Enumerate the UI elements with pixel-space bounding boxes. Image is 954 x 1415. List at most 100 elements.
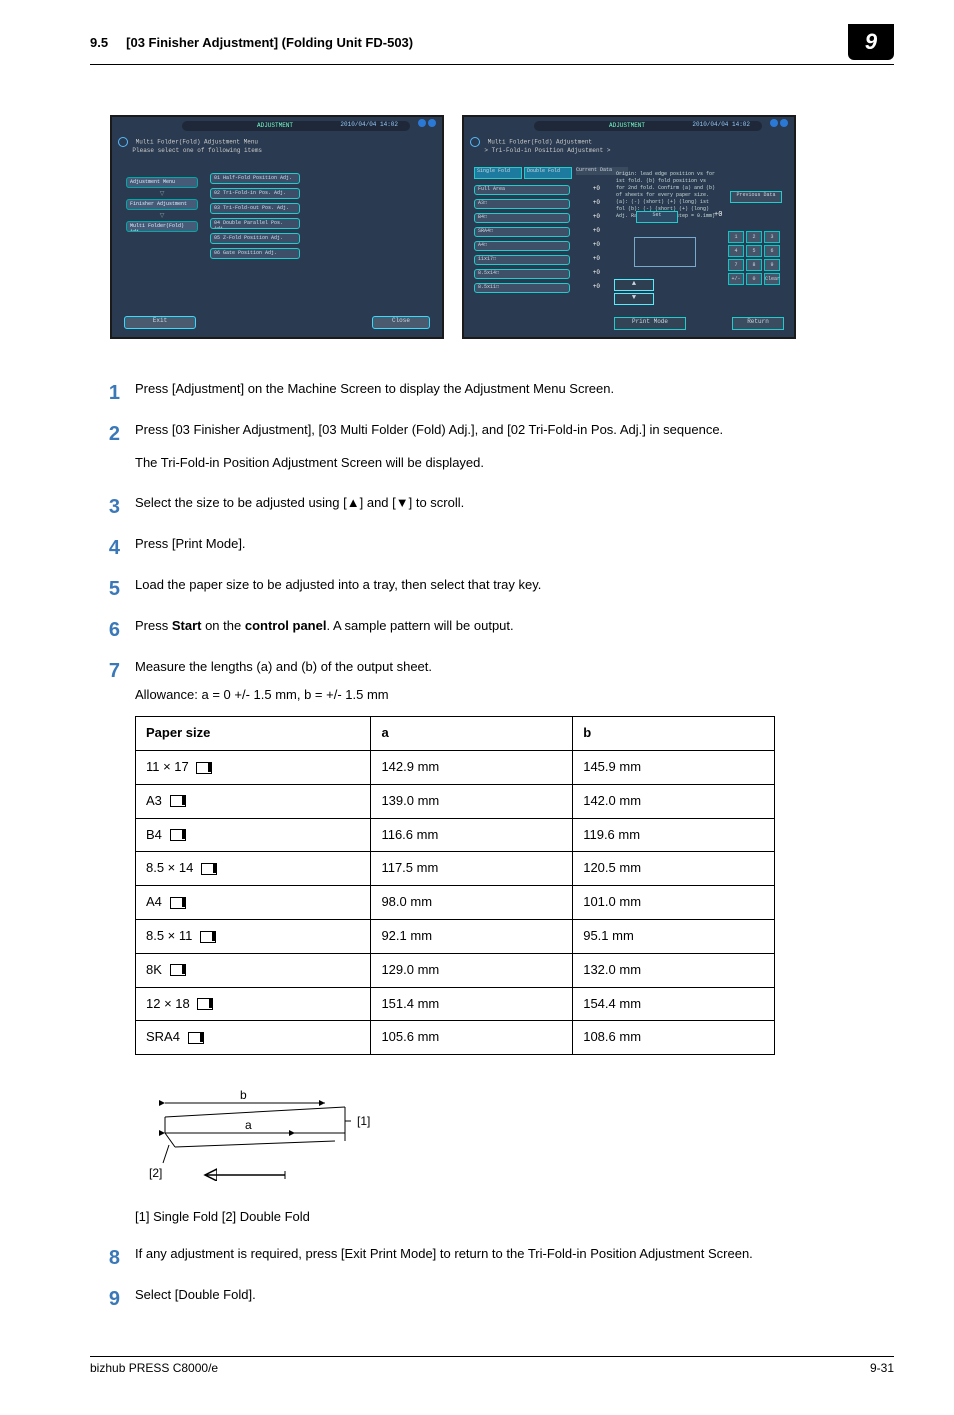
previous-data-button[interactable]: Previous Data [730, 191, 782, 203]
table-row: 11 × 17 142.9 mm145.9 mm [136, 750, 775, 784]
key-2[interactable]: 2 [746, 231, 762, 243]
menu-item[interactable]: 04 Double Parallel Pos. Adj. [210, 218, 300, 229]
size-value: +0 [570, 227, 604, 237]
menu-list: 01 Half-Fold Position Adj. 02 Tri-Fold-i… [210, 173, 300, 263]
size-value: +0 [570, 283, 604, 293]
table-header: b [573, 717, 775, 751]
datetime: 2010/04/04 14:02 [340, 121, 398, 128]
paper-size-cell: 8.5 × 11 [136, 919, 371, 953]
page-footer: bizhub PRESS C8000/e 9-31 [90, 1356, 894, 1375]
section-number: 9.5 [90, 35, 108, 50]
screenshot-adjustment-detail: ADJUSTMENT 2010/04/04 14:02 Multi Folder… [462, 115, 796, 339]
allowance-note: Allowance: a = 0 +/- 1.5 mm, b = +/- 1.5… [135, 685, 894, 706]
landscape-icon [170, 829, 186, 841]
key-8[interactable]: 8 [746, 259, 762, 271]
key-3[interactable]: 3 [764, 231, 780, 243]
step-text: Select [Double Fold]. [135, 1287, 256, 1302]
close-button[interactable]: Close [372, 316, 430, 329]
value-b-cell: 145.9 mm [573, 750, 775, 784]
tab-single-fold[interactable]: Single Fold [474, 167, 522, 179]
value-a-cell: 116.6 mm [371, 818, 573, 852]
table-row: 12 × 18 151.4 mm154.4 mm [136, 987, 775, 1021]
table-header: a [371, 717, 573, 751]
table-row: SRA4 105.6 mm108.6 mm [136, 1021, 775, 1055]
info-icon [118, 137, 128, 147]
emphasis: control panel [245, 618, 327, 633]
step-8: If any adjustment is required, press [Ex… [90, 1244, 894, 1265]
screen-title: Multi Folder(Fold) Adjustment Menu Pleas… [118, 137, 262, 154]
size-item[interactable]: Full Area [474, 185, 570, 195]
step-4: Press [Print Mode]. [90, 534, 894, 555]
paper-size-table: Paper size a b 11 × 17 142.9 mm145.9 mmA… [135, 716, 775, 1055]
print-mode-button[interactable]: Print Mode [614, 317, 686, 330]
menu-item[interactable]: 06 Gate Position Adj. [210, 248, 300, 259]
key-5[interactable]: 5 [746, 245, 762, 257]
key-4[interactable]: 4 [728, 245, 744, 257]
sidebar-item[interactable]: Multi Folder(Fold) Adj. [126, 221, 198, 232]
key-9[interactable]: 9 [764, 259, 780, 271]
key-1[interactable]: 1 [728, 231, 744, 243]
step-text: Load the paper size to be adjusted into … [135, 577, 541, 592]
size-item[interactable]: A3□ [474, 199, 570, 209]
key-plusminus[interactable]: +/- [728, 273, 744, 285]
step-text: Select the size to be adjusted using [▲]… [135, 495, 464, 510]
exit-button[interactable]: Exit [124, 316, 196, 329]
key-clear[interactable]: Clear [764, 273, 780, 285]
menu-item[interactable]: 02 Tri-Fold-in Pos. Adj. [210, 188, 300, 199]
fold-diagram: b a [1] [2] [135, 1085, 395, 1195]
mode-label: ADJUSTMENT [609, 122, 645, 129]
arrow-up-button[interactable]: ▲ [614, 279, 654, 291]
value-a-cell: 142.9 mm [371, 750, 573, 784]
set-button[interactable]: Set [636, 211, 678, 223]
key-0[interactable]: 0 [746, 273, 762, 285]
value-b-cell: 154.4 mm [573, 987, 775, 1021]
size-item[interactable]: 11x17□ [474, 255, 570, 265]
step-text: If any adjustment is required, press [Ex… [135, 1246, 753, 1261]
diagram-preview [634, 237, 696, 267]
landscape-icon [200, 931, 216, 943]
procedure-steps: Press [Adjustment] on the Machine Screen… [90, 379, 894, 1055]
step-text: Press [Print Mode]. [135, 536, 246, 551]
key-7[interactable]: 7 [728, 259, 744, 271]
menu-item[interactable]: 01 Half-Fold Position Adj. [210, 173, 300, 184]
value-b-cell: 119.6 mm [573, 818, 775, 852]
numeric-keypad: 1 2 3 4 5 6 7 8 9 +/- 0 Clear [728, 231, 780, 285]
value-b-cell: 95.1 mm [573, 919, 775, 953]
screenshot-pair: ADJUSTMENT 2010/04/04 14:02 Multi Folder… [90, 115, 894, 339]
table-row: A4 98.0 mm101.0 mm [136, 886, 775, 920]
scroll-arrows: ▲ ▼ [614, 279, 654, 307]
info-icon [470, 137, 480, 147]
size-item[interactable]: A4□ [474, 241, 570, 251]
landscape-icon [201, 863, 217, 875]
sidebar-item[interactable]: Finisher Adjustment [126, 199, 198, 210]
screen-title-line1: Multi Folder(Fold) Adjustment Menu [136, 139, 258, 146]
numeric-display: +0 [714, 211, 722, 219]
menu-item[interactable]: 05 Z-Fold Position Adj. [210, 233, 300, 244]
screen-title-line1: Multi Folder(Fold) Adjustment [488, 139, 592, 146]
arrow-down-button[interactable]: ▼ [614, 293, 654, 305]
size-item[interactable]: 8.5x14□ [474, 269, 570, 279]
return-button[interactable]: Return [732, 317, 784, 330]
size-item[interactable]: SRA4□ [474, 227, 570, 237]
size-item[interactable]: 8.5x11□ [474, 283, 570, 293]
value-a-cell: 105.6 mm [371, 1021, 573, 1055]
step-7: Measure the lengths (a) and (b) of the o… [90, 657, 894, 1056]
sidebar-item[interactable]: Adjustment Menu [126, 177, 198, 188]
screen-topbar: ADJUSTMENT 2010/04/04 14:02 [182, 121, 410, 131]
size-value: +0 [570, 269, 604, 279]
value-a-cell: 129.0 mm [371, 953, 573, 987]
paper-size-cell: 8.5 × 14 [136, 852, 371, 886]
tab-double-fold[interactable]: Double Fold [524, 167, 572, 179]
table-row: B4 116.6 mm119.6 mm [136, 818, 775, 852]
size-list: Full Area+0 A3□+0 B4□+0 SRA4□+0 A4□+0 11… [474, 185, 604, 297]
step-subtext: The Tri-Fold-in Position Adjustment Scre… [135, 453, 894, 474]
step-9: Select [Double Fold]. [90, 1285, 894, 1306]
paper-size-cell: 11 × 17 [136, 750, 371, 784]
size-item[interactable]: B4□ [474, 213, 570, 223]
screen-title: Multi Folder(Fold) Adjustment > Tri-Fold… [470, 137, 610, 154]
step-5: Load the paper size to be adjusted into … [90, 575, 894, 596]
table-row: A3 139.0 mm142.0 mm [136, 784, 775, 818]
page-header: 9.5 [03 Finisher Adjustment] (Folding Un… [90, 24, 894, 65]
menu-item[interactable]: 03 Tri-Fold-out Pos. Adj. [210, 203, 300, 214]
key-6[interactable]: 6 [764, 245, 780, 257]
